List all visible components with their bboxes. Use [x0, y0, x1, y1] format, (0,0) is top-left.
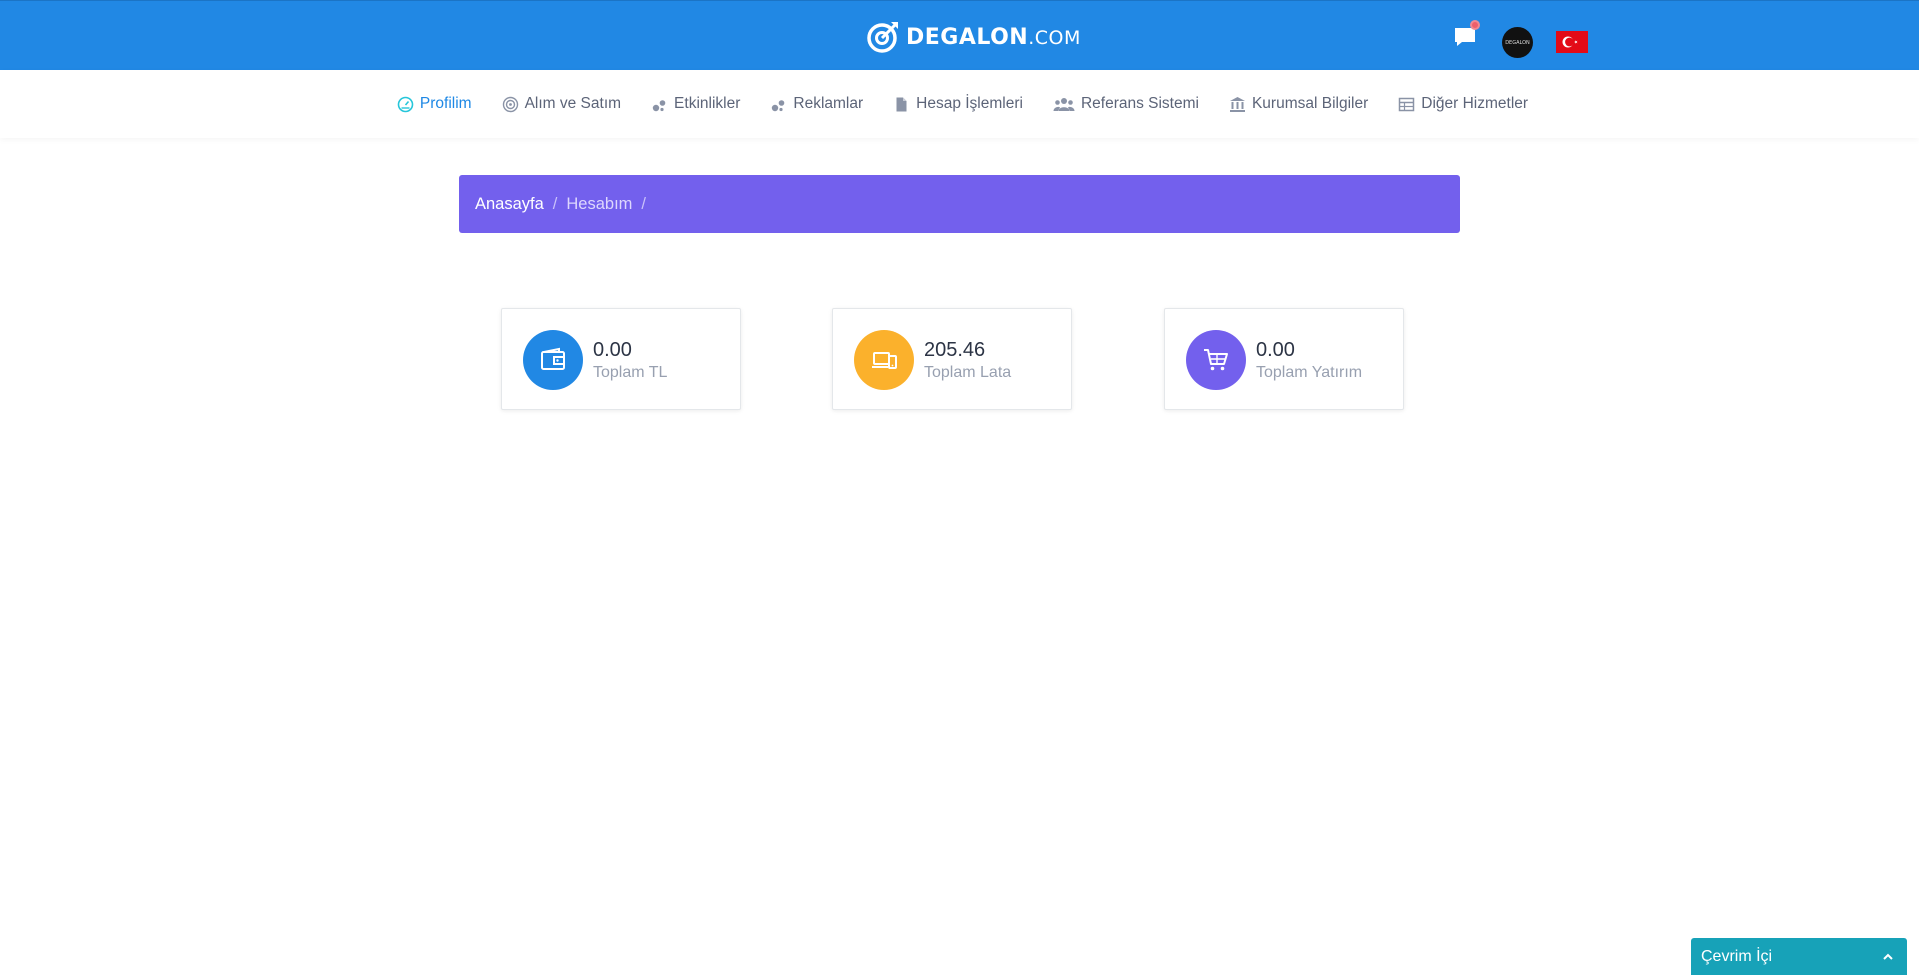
stat-icon-circle [523, 330, 583, 390]
nav-item-label: Kurumsal Bilgiler [1251, 95, 1369, 112]
cart-icon [1204, 349, 1228, 371]
turkey-flag-icon[interactable] [1556, 31, 1588, 53]
nav-item-alim-ve-satim[interactable]: Alım ve Satım [487, 95, 636, 113]
nav-item-profilim[interactable]: Profilim [382, 95, 487, 113]
stat-card-toplam-yatirim: 0.00 Toplam Yatırım [1164, 308, 1404, 410]
wallet-icon [541, 347, 565, 370]
stat-label: Toplam Yatırım [1256, 364, 1363, 381]
user-avatar[interactable]: DEGALON [1502, 27, 1533, 58]
site-logo[interactable]: DEGALON.COM [866, 19, 1081, 55]
nav-item-label: Hesap İşlemleri [916, 95, 1023, 112]
nav-item-label: Profilim [419, 95, 472, 112]
nav-item-label: Diğer Hizmetler [1421, 95, 1529, 112]
target-icon [502, 96, 518, 112]
main-nav: Profilim Alım ve Satım Etkinlikler Rekla… [0, 70, 1919, 138]
users-icon [1053, 97, 1075, 111]
stat-card-toplam-lata: 205.46 Toplam Lata [832, 308, 1072, 410]
notification-dot [1470, 20, 1480, 30]
stat-value: 0.00 [1256, 339, 1295, 361]
chevron-up-icon[interactable] [1881, 950, 1895, 964]
stat-icon-circle [854, 330, 914, 390]
bubbles-icon [652, 99, 666, 111]
breadcrumb-separator: / [552, 194, 558, 213]
logo-text: DEGALON.COM [906, 24, 1081, 50]
top-bar: DEGALON.COM DEGALON [0, 0, 1919, 70]
table-icon [1399, 97, 1415, 111]
breadcrumb-separator: / [641, 194, 647, 213]
file-icon [896, 97, 907, 111]
nav-item-reklamlar[interactable]: Reklamlar [755, 95, 878, 113]
stat-value: 205.46 [924, 339, 986, 361]
breadcrumb: Anasayfa / Hesabım / [459, 175, 1460, 233]
nav-item-etkinlikler[interactable]: Etkinlikler [636, 95, 755, 113]
devices-icon [872, 352, 897, 369]
breadcrumb-home-link[interactable]: Anasayfa [475, 195, 544, 214]
nav-item-kurumsal-bilgiler[interactable]: Kurumsal Bilgiler [1214, 95, 1383, 113]
nav-item-label: Alım ve Satım [524, 95, 622, 112]
nav-item-label: Referans Sistemi [1080, 95, 1199, 112]
stat-label: Toplam TL [593, 364, 668, 381]
stat-value: 0.00 [593, 339, 632, 361]
bank-icon [1229, 96, 1245, 112]
breadcrumb-current[interactable]: Hesabım [566, 195, 632, 214]
nav-item-label: Reklamlar [793, 95, 864, 112]
stat-label: Toplam Lata [924, 364, 1012, 381]
nav-item-label: Etkinlikler [674, 95, 741, 112]
stat-icon-circle [1186, 330, 1246, 390]
bubbles-icon [772, 99, 785, 111]
speedometer-icon [397, 96, 414, 112]
nav-item-diger-hizmetler[interactable]: Diğer Hizmetler [1383, 95, 1543, 113]
chat-widget-label: Çevrim İçi [1701, 947, 1773, 965]
online-chat-widget[interactable]: Çevrim İçi [1691, 938, 1907, 975]
nav-item-referans-sistemi[interactable]: Referans Sistemi [1038, 95, 1214, 113]
stat-card-toplam-tl: 0.00 Toplam TL [501, 308, 741, 410]
logo-target-icon [867, 22, 898, 53]
nav-item-hesap-islemleri[interactable]: Hesap İşlemleri [878, 95, 1038, 113]
